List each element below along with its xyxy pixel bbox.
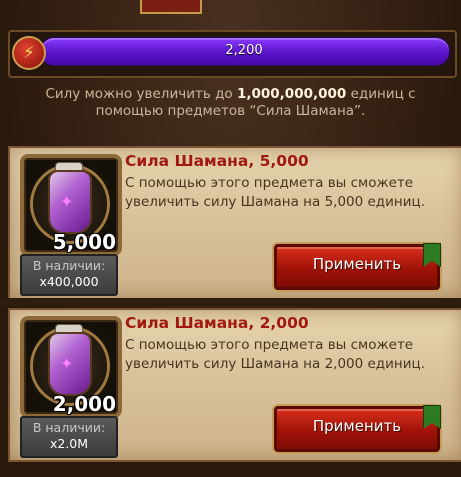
green-flag-icon bbox=[423, 405, 441, 429]
item-icon-frame[interactable]: ✦ 5,000 bbox=[20, 154, 122, 256]
item-description: С помощью этого предмета вы сможете увел… bbox=[125, 337, 425, 372]
top-tab-edge bbox=[140, 0, 202, 14]
info-prefix: Силу можно увеличить до bbox=[45, 86, 233, 102]
item-icon-value: 2,000 bbox=[52, 392, 116, 416]
stock-box: В наличии: x400,000 bbox=[20, 254, 118, 296]
apply-button-label: Применить bbox=[312, 255, 402, 273]
apply-button[interactable]: Применить bbox=[274, 405, 441, 452]
item-card: ✦ 2,000 В наличии: x2.0M Сила Шамана, 2,… bbox=[8, 308, 461, 462]
stock-label: В наличии: bbox=[32, 420, 106, 435]
stock-label: В наличии: bbox=[32, 258, 106, 273]
info-suffix: единиц с bbox=[350, 86, 416, 102]
power-info-text: Силу можно увеличить до 1,000,000,000 ед… bbox=[20, 86, 441, 120]
card-divider bbox=[0, 298, 461, 306]
stock-value: x2.0M bbox=[49, 436, 89, 451]
game-panel: ⚡ 2,200 Силу можно увеличить до 1,000,00… bbox=[0, 0, 461, 477]
info-line-2: помощью предметов “Сила Шамана”. bbox=[95, 103, 366, 119]
item-icon-frame[interactable]: ✦ 2,000 bbox=[20, 316, 122, 418]
sparkle-icon: ✦ bbox=[60, 192, 74, 211]
item-title: Сила Шамана, 2,000 bbox=[125, 314, 309, 332]
stock-value: x400,000 bbox=[39, 274, 99, 289]
info-amount: 1,000,000,000 bbox=[236, 86, 347, 102]
item-icon-value: 5,000 bbox=[52, 230, 116, 254]
item-description: С помощью этого предмета вы сможете увел… bbox=[125, 175, 425, 210]
sparkle-icon: ✦ bbox=[60, 354, 74, 373]
item-title: Сила Шамана, 5,000 bbox=[125, 152, 309, 170]
green-flag-icon bbox=[423, 243, 441, 267]
stock-box: В наличии: x2.0M bbox=[20, 416, 118, 458]
power-value: 2,200 bbox=[225, 43, 263, 58]
apply-button-label: Применить bbox=[312, 417, 402, 435]
item-card: ✦ 5,000 В наличии: x400,000 Сила Шамана,… bbox=[8, 146, 461, 300]
apply-button[interactable]: Применить bbox=[274, 243, 441, 290]
